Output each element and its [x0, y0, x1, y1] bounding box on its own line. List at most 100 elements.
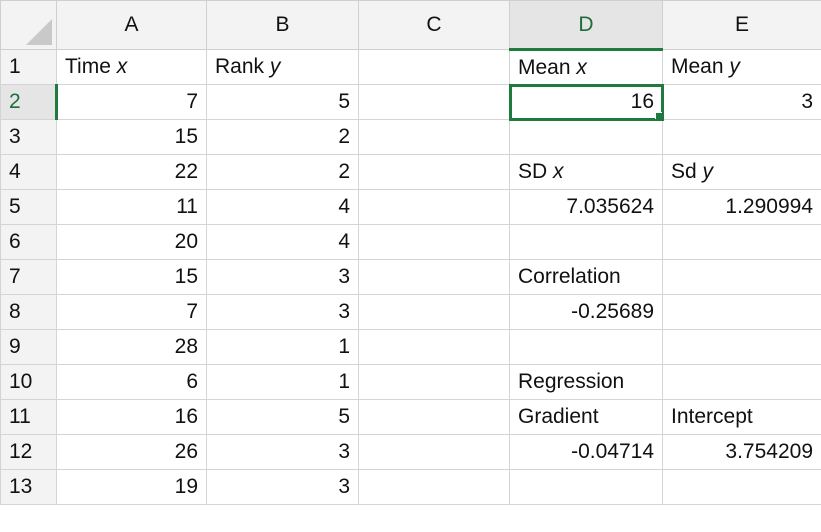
column-header-c[interactable]: C [358, 0, 510, 50]
cell-a10[interactable]: 6 [56, 364, 207, 400]
fill-handle[interactable] [655, 112, 662, 119]
cell-a3[interactable]: 15 [56, 119, 207, 155]
cell-b4[interactable]: 2 [206, 154, 359, 190]
cell-a2[interactable]: 7 [56, 84, 207, 120]
column-header-d[interactable]: D [509, 0, 663, 51]
cell-d2-selected[interactable]: 16 [508, 83, 664, 121]
cell-e7[interactable] [662, 259, 821, 295]
cell-text: Sd [671, 160, 703, 183]
column-header-e[interactable]: E [662, 0, 821, 50]
row-header[interactable]: 4 [0, 154, 57, 190]
cell-d4[interactable]: SD x [509, 154, 663, 190]
column-header-a[interactable]: A [56, 0, 207, 50]
spreadsheet: A B C D E 1 Time x Rank y Mean x Mean y … [0, 0, 821, 532]
cell-c1[interactable] [358, 49, 510, 85]
cell-c6[interactable] [358, 224, 510, 260]
cell-c3[interactable] [358, 119, 510, 155]
row-header[interactable]: 6 [0, 224, 57, 260]
cell-b7[interactable]: 3 [206, 259, 359, 295]
cell-e2[interactable]: 3 [662, 84, 821, 120]
cell-c8[interactable] [358, 294, 510, 330]
cell-c7[interactable] [358, 259, 510, 295]
cell-c12[interactable] [358, 434, 510, 470]
row-header[interactable]: 5 [0, 189, 57, 225]
cell-d6[interactable] [509, 224, 663, 260]
column-header-b[interactable]: B [206, 0, 359, 50]
cell-e10[interactable] [662, 364, 821, 400]
cell-e5[interactable]: 1.290994 [662, 189, 821, 225]
row-header[interactable]: 1 [0, 49, 57, 85]
row-header[interactable]: 13 [0, 469, 57, 505]
cell-a8[interactable]: 7 [56, 294, 207, 330]
cell-b1[interactable]: Rank y [206, 49, 359, 85]
cell-b2[interactable]: 5 [206, 84, 359, 120]
sheet-row: 11 16 5 Gradient Intercept [0, 399, 821, 435]
cell-c2[interactable] [358, 84, 510, 120]
row-header[interactable]: 9 [0, 329, 57, 365]
cell-c5[interactable] [358, 189, 510, 225]
cell-b10[interactable]: 1 [206, 364, 359, 400]
row-header[interactable]: 2 [0, 84, 58, 120]
sheet-row: 10 6 1 Regression [0, 364, 821, 400]
cell-text: SD [518, 160, 554, 183]
cell-d1[interactable]: Mean x [509, 49, 663, 85]
cell-e4[interactable]: Sd y [662, 154, 821, 190]
sheet-row: 13 19 3 [0, 469, 821, 505]
cell-e8[interactable] [662, 294, 821, 330]
cell-a13[interactable]: 19 [56, 469, 207, 505]
cell-a6[interactable]: 20 [56, 224, 207, 260]
row-header[interactable]: 8 [0, 294, 57, 330]
row-header[interactable]: 3 [0, 119, 57, 155]
sheet-row: 12 26 3 -0.04714 3.754209 [0, 434, 821, 470]
cell-e12[interactable]: 3.754209 [662, 434, 821, 470]
cell-d10[interactable]: Regression [509, 364, 663, 400]
cell-b8[interactable]: 3 [206, 294, 359, 330]
cell-a5[interactable]: 11 [56, 189, 207, 225]
cell-d7[interactable]: Correlation [509, 259, 663, 295]
sheet-row: 9 28 1 [0, 329, 821, 365]
cell-c11[interactable] [358, 399, 510, 435]
cell-text: 16 [630, 90, 654, 113]
cell-c10[interactable] [358, 364, 510, 400]
cell-d8[interactable]: -0.25689 [509, 294, 663, 330]
cell-b5[interactable]: 4 [206, 189, 359, 225]
cell-d9[interactable] [509, 329, 663, 365]
cell-b11[interactable]: 5 [206, 399, 359, 435]
cell-variable: y [269, 55, 281, 78]
cell-a9[interactable]: 28 [56, 329, 207, 365]
sheet-row: 8 7 3 -0.25689 [0, 294, 821, 330]
cell-a4[interactable]: 22 [56, 154, 207, 190]
cell-a7[interactable]: 15 [56, 259, 207, 295]
cell-d3[interactable] [509, 119, 663, 155]
cell-e13[interactable] [662, 469, 821, 505]
cell-e9[interactable] [662, 329, 821, 365]
row-header[interactable]: 10 [0, 364, 57, 400]
row-header[interactable]: 12 [0, 434, 57, 470]
cell-d13[interactable] [509, 469, 663, 505]
row-header[interactable]: 7 [0, 259, 57, 295]
cell-b12[interactable]: 3 [206, 434, 359, 470]
cell-e6[interactable] [662, 224, 821, 260]
cell-b13[interactable]: 3 [206, 469, 359, 505]
cell-d5[interactable]: 7.035624 [509, 189, 663, 225]
cell-b6[interactable]: 4 [206, 224, 359, 260]
cell-c13[interactable] [358, 469, 510, 505]
cell-c9[interactable] [358, 329, 510, 365]
cell-d12[interactable]: -0.04714 [509, 434, 663, 470]
cell-a12[interactable]: 26 [56, 434, 207, 470]
cell-b3[interactable]: 2 [206, 119, 359, 155]
cell-c4[interactable] [358, 154, 510, 190]
select-all-corner[interactable] [0, 0, 57, 50]
cell-d11[interactable]: Gradient [509, 399, 663, 435]
sheet-row: 2 7 5 16 3 [0, 83, 821, 121]
cell-e3[interactable] [662, 119, 821, 155]
cell-b9[interactable]: 1 [206, 329, 359, 365]
cell-e11[interactable]: Intercept [662, 399, 821, 435]
cell-text: Mean [518, 55, 577, 79]
cell-a11[interactable]: 16 [56, 399, 207, 435]
cell-e1[interactable]: Mean y [662, 49, 821, 85]
cell-variable: x [116, 55, 128, 78]
row-header[interactable]: 11 [0, 399, 57, 435]
cell-variable: x [576, 55, 587, 79]
cell-a1[interactable]: Time x [56, 49, 207, 85]
